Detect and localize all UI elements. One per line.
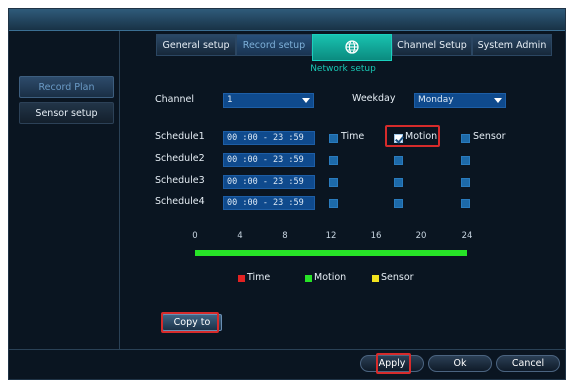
legend-sensor-label: Sensor	[381, 272, 414, 283]
legend-motion-swatch	[305, 275, 312, 282]
footer-divider	[9, 349, 565, 350]
cancel-button[interactable]: Cancel	[496, 355, 560, 372]
schedule3-motion-checkbox[interactable]	[394, 178, 403, 187]
schedule3-sensor-checkbox[interactable]	[461, 178, 470, 187]
schedule4-time-input[interactable]: 00 :00 - 23 :59	[223, 196, 315, 210]
schedule2-time-input[interactable]: 00 :00 - 23 :59	[223, 153, 315, 167]
sidebar-item-sensor-setup[interactable]: Sensor setup	[19, 102, 114, 124]
timeline-tick: 0	[192, 231, 198, 241]
schedule4-motion-checkbox[interactable]	[394, 199, 403, 208]
tab-general-setup[interactable]: General setup	[156, 34, 236, 56]
globe-icon	[345, 40, 359, 54]
timeline-tick: 12	[325, 231, 337, 241]
schedule2-time-checkbox[interactable]	[329, 156, 338, 165]
timeline-bar-fill	[195, 250, 467, 256]
tab-network-setup[interactable]	[312, 34, 392, 61]
dialog-window: Record Plan Sensor setup General setup R…	[8, 8, 566, 380]
schedule2-label: Schedule2	[155, 153, 205, 164]
channel-select[interactable]: 1	[223, 93, 314, 108]
tab-system-admin[interactable]: System Admin	[472, 34, 552, 56]
schedule1-sensor-checkbox[interactable]	[461, 134, 470, 143]
chevron-down-icon	[302, 98, 310, 103]
weekday-select[interactable]: Monday	[414, 93, 506, 108]
legend-motion-label: Motion	[314, 272, 347, 283]
copy-to-highlight	[161, 312, 219, 333]
schedule4-label: Schedule4	[155, 196, 205, 207]
schedule4-sensor-checkbox[interactable]	[461, 199, 470, 208]
schedule1-time-checkbox[interactable]	[329, 134, 338, 143]
time-column-label: Time	[341, 131, 365, 142]
sidebar-item-record-plan[interactable]: Record Plan	[19, 76, 114, 98]
apply-highlight	[376, 353, 411, 374]
channel-value: 1	[227, 95, 233, 105]
chevron-down-icon	[494, 98, 502, 103]
sensor-column-label: Sensor	[473, 131, 506, 142]
timeline-tick: 20	[415, 231, 427, 241]
tab-channel-setup[interactable]: Channel Setup	[392, 34, 472, 56]
channel-label: Channel	[155, 94, 195, 105]
schedule3-label: Schedule3	[155, 175, 205, 186]
schedule1-label: Schedule1	[155, 131, 205, 142]
legend-time-label: Time	[247, 272, 271, 283]
timeline-tick: 8	[282, 231, 288, 241]
sidebar-divider	[119, 31, 120, 349]
legend-sensor-swatch	[372, 275, 379, 282]
schedule1-time-input[interactable]: 00 :00 - 23 :59	[223, 131, 315, 145]
schedule2-sensor-checkbox[interactable]	[461, 156, 470, 165]
schedule4-time-checkbox[interactable]	[329, 199, 338, 208]
motion-highlight	[385, 125, 440, 147]
schedule3-time-input[interactable]: 00 :00 - 23 :59	[223, 175, 315, 189]
schedule2-motion-checkbox[interactable]	[394, 156, 403, 165]
timeline-bar	[195, 250, 467, 256]
timeline-tick: 16	[370, 231, 382, 241]
ok-button[interactable]: Ok	[428, 355, 492, 372]
active-tab-label: Network setup	[310, 64, 376, 74]
legend-time-swatch	[238, 275, 245, 282]
title-bar	[9, 9, 565, 31]
weekday-value: Monday	[418, 95, 454, 105]
timeline-tick: 4	[237, 231, 243, 241]
weekday-label: Weekday	[352, 93, 396, 104]
schedule3-time-checkbox[interactable]	[329, 178, 338, 187]
tab-bar: General setup Record setup Channel Setup…	[156, 34, 552, 62]
timeline-tick: 24	[461, 231, 473, 241]
tab-record-setup[interactable]: Record setup	[236, 34, 312, 56]
